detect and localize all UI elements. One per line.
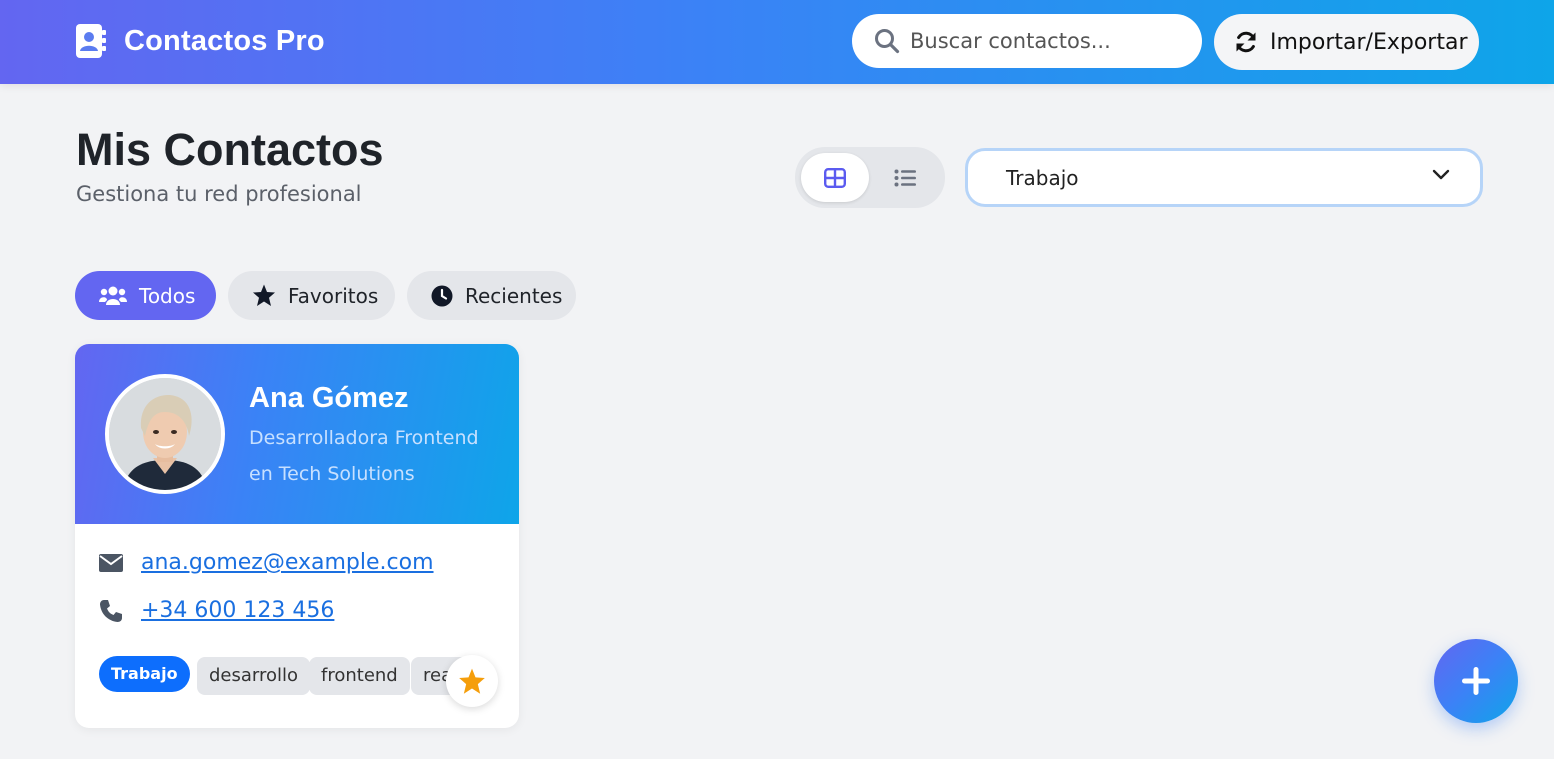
address-book-icon <box>76 24 106 58</box>
contact-email-link[interactable]: ana.gomez@example.com <box>141 550 434 575</box>
search-box[interactable] <box>852 14 1202 68</box>
view-toggle <box>795 147 945 208</box>
tab-todos[interactable]: Todos <box>75 271 216 320</box>
envelope-icon <box>99 553 123 572</box>
import-export-button[interactable]: Importar/Exportar <box>1214 14 1479 70</box>
search-icon <box>875 29 900 54</box>
top-bar: Contactos Pro Importar/Exportar <box>0 0 1554 84</box>
page-subtitle: Gestiona tu red profesional <box>76 182 362 206</box>
tab-favoritos-label: Favoritos <box>288 283 379 308</box>
contact-role: Desarrolladora Frontend en Tech Solution… <box>249 427 479 485</box>
clock-icon <box>431 285 453 306</box>
brand[interactable]: Contactos Pro <box>76 24 325 58</box>
category-select[interactable]: Trabajo <box>965 148 1483 207</box>
star-icon <box>459 668 485 694</box>
tab-todos-label: Todos <box>139 283 196 308</box>
contact-card[interactable]: Ana Gómez Desarrolladora Frontend en Tec… <box>75 344 519 728</box>
tag: desarrollo <box>197 657 311 695</box>
list-icon <box>894 169 916 186</box>
list-view-button[interactable] <box>871 153 939 202</box>
favorite-button[interactable] <box>446 655 498 707</box>
tag: frontend <box>309 657 410 695</box>
contact-name: Ana Gómez <box>249 382 409 414</box>
page-title: Mis Contactos <box>76 124 384 175</box>
app-title: Contactos Pro <box>124 24 325 57</box>
users-icon <box>99 286 127 305</box>
sync-icon <box>1236 31 1256 53</box>
tab-recientes-label: Recientes <box>465 283 563 308</box>
tab-favoritos[interactable]: Favoritos <box>228 271 395 320</box>
import-export-label: Importar/Exportar <box>1270 29 1468 55</box>
category-badge: Trabajo <box>99 656 190 692</box>
grid-view-button[interactable] <box>801 153 869 202</box>
star-icon <box>253 284 275 306</box>
contact-phone-link[interactable]: +34 600 123 456 <box>141 598 334 623</box>
contact-tags: Trabajo desarrollo frontend react <box>99 656 499 696</box>
chevron-down-icon <box>1432 169 1450 180</box>
add-contact-button[interactable] <box>1434 639 1518 723</box>
contact-card-header: Ana Gómez Desarrolladora Frontend en Tec… <box>75 344 519 524</box>
avatar <box>105 374 225 494</box>
search-input[interactable] <box>910 29 1180 53</box>
grid-icon <box>824 167 846 188</box>
phone-icon <box>100 599 122 622</box>
tab-recientes[interactable]: Recientes <box>407 271 576 320</box>
plus-icon <box>1462 667 1490 695</box>
category-select-value: Trabajo <box>1006 165 1079 190</box>
contact-email-row: ana.gomez@example.com <box>99 550 434 575</box>
contact-phone-row: +34 600 123 456 <box>99 598 334 623</box>
avatar-photo <box>109 378 221 490</box>
